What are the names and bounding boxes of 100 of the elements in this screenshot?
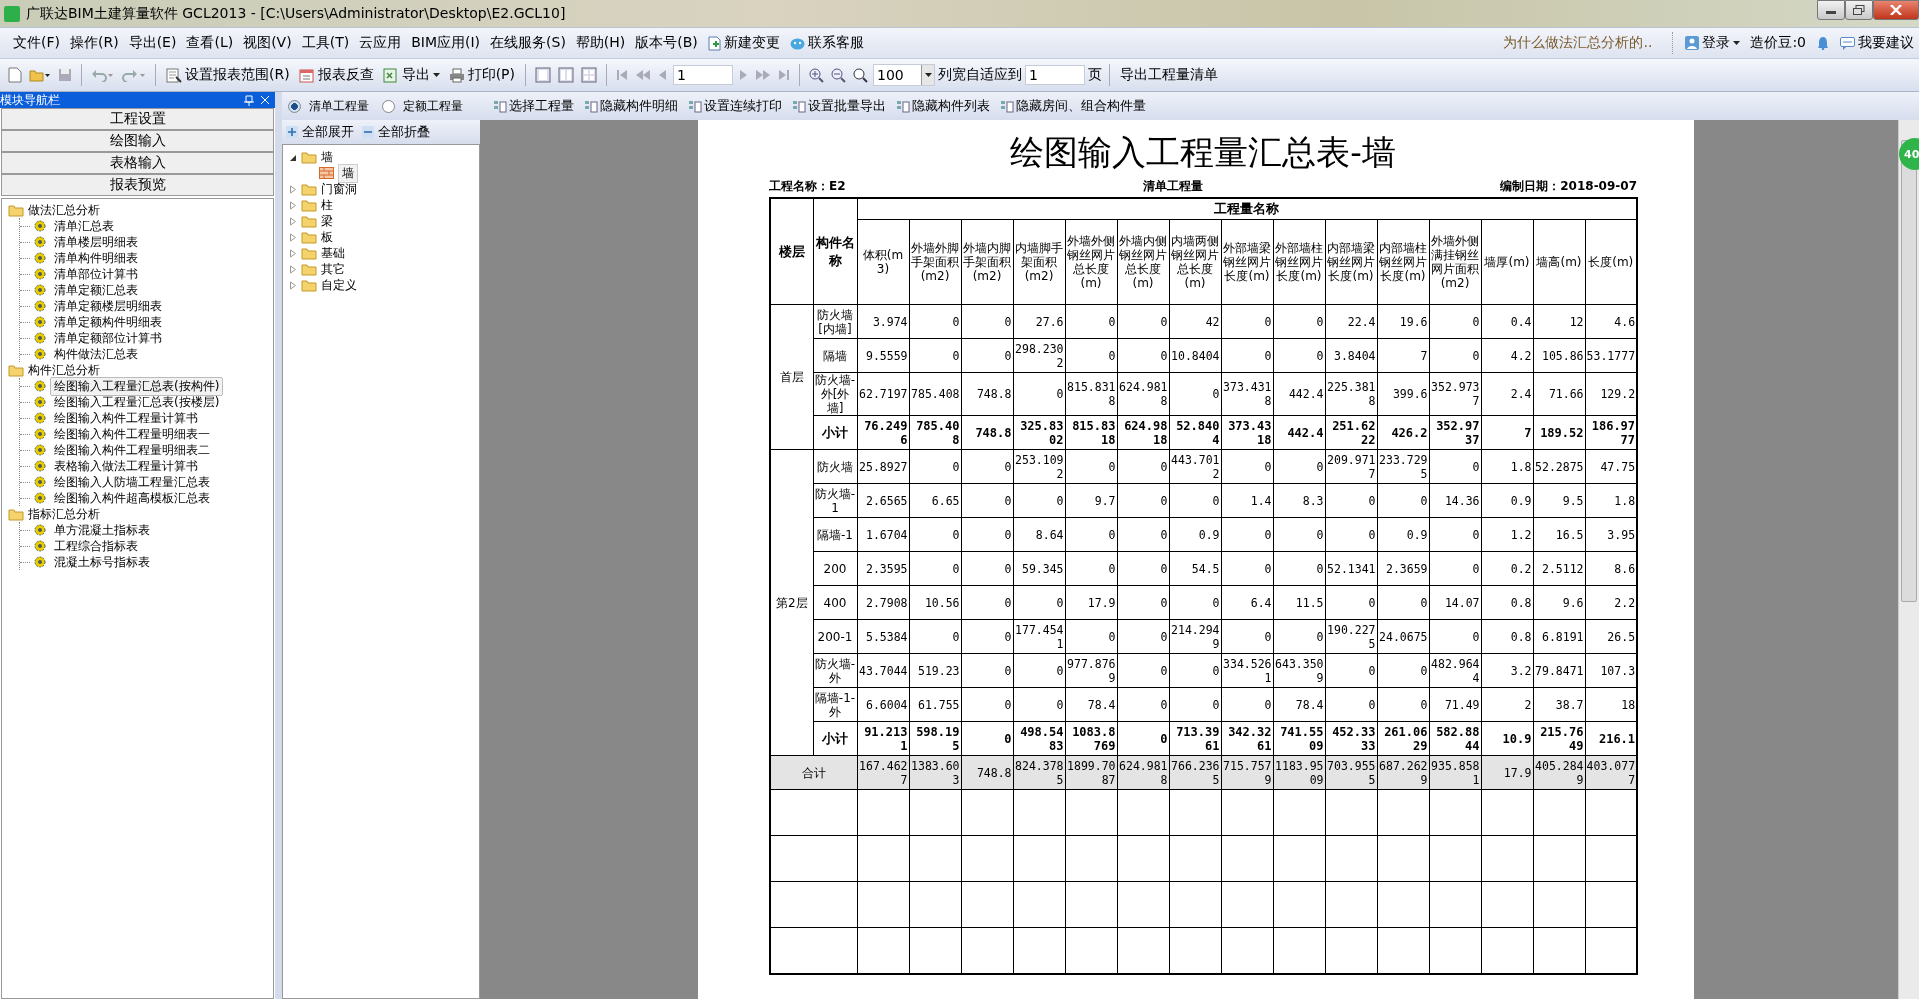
single-page-icon[interactable] [535,67,552,83]
close-button[interactable] [1873,0,1919,20]
menu-item[interactable]: 版本号(B) [630,34,703,52]
expand-arrow-icon[interactable] [289,232,297,242]
tree-node[interactable]: 墙 [338,163,358,183]
tree-node[interactable]: 墙 [321,148,333,166]
report-action-button[interactable]: 隐藏构件列表 [893,97,993,115]
list-icon [1000,99,1014,113]
collapse-all-button[interactable]: 全部折叠 [362,123,430,141]
login-button[interactable]: 登录 [1680,34,1746,52]
search-icon[interactable] [853,67,869,83]
radio-option[interactable]: 定额工程量 [382,97,472,115]
menu-item[interactable]: 文件(F) [8,34,65,52]
menu-item[interactable]: 视图(V) [238,34,297,52]
tree-node[interactable]: 板 [321,228,333,246]
four-pages-icon[interactable] [581,67,598,83]
tree-folder[interactable]: 指标汇总分析 [28,505,100,523]
scrollbar[interactable] [1898,120,1919,999]
menu-item[interactable]: 操作(R) [65,34,124,52]
minimize-button[interactable] [1817,0,1845,20]
nav-section-button[interactable]: 表格输入 [1,152,274,174]
suggestion-button[interactable]: 我要建议 [1835,34,1919,52]
menu-item[interactable]: 工具(T) [296,34,355,52]
zoom-dropdown[interactable]: 100 [873,64,936,86]
expand-arrow-icon[interactable] [289,248,297,258]
last-page-icon[interactable] [778,69,791,81]
next-page-icon[interactable] [738,69,749,81]
report-action-button[interactable]: 设置连续打印 [685,97,785,115]
table-cell: 78.4 [1065,687,1117,722]
menu-item[interactable]: BIM应用(I) [406,34,486,52]
print-button[interactable]: 打印(P) [445,64,519,86]
scrollbar-thumb[interactable] [1901,140,1917,602]
table-cell: 0 [1273,304,1325,339]
tree-folder[interactable]: 做法汇总分析 [28,201,100,219]
zoom-in-icon[interactable] [809,67,825,83]
radio-button[interactable] [288,99,301,113]
expand-arrow-icon[interactable] [289,200,297,210]
rewind-icon[interactable] [635,69,652,81]
save-icon[interactable] [58,68,72,82]
tree-node[interactable]: 门窗洞 [321,180,357,198]
tree-node[interactable]: 基础 [321,244,345,262]
gear-icon [34,300,46,312]
table-cell: 11.5 [1273,585,1325,620]
first-page-icon[interactable] [616,69,629,81]
radio-option[interactable]: 清单工程量 [288,97,378,115]
table-cell: 2.7908 [857,585,909,620]
bell-icon[interactable] [1817,36,1829,50]
new-file-icon[interactable] [8,67,22,83]
menu-item[interactable]: 查看(L) [181,34,239,52]
maximize-button[interactable] [1845,0,1873,20]
radio-button[interactable] [382,99,395,113]
report-action-button[interactable]: 设置批量导出 [789,97,889,115]
zoom-out-icon[interactable] [831,67,847,83]
nav-section-button[interactable]: 绘图输入 [1,130,274,152]
nav-section-button[interactable]: 工程设置 [1,108,274,130]
menu-item[interactable]: 云应用 [354,34,407,52]
two-pages-icon[interactable] [558,67,575,83]
expand-arrow-icon[interactable] [289,280,297,290]
tree-node[interactable]: 自定义 [321,276,357,294]
new-change-button[interactable]: 新建变更 [702,34,785,52]
report-item[interactable]: 绘图输入工程量汇总表(按构件) [50,376,224,396]
table-cell: 0 [1377,483,1429,518]
project-name: 工程名称：E2 [769,178,846,195]
open-folder-icon[interactable] [29,67,51,83]
close-icon[interactable] [260,95,270,105]
table-cell: 0 [1169,653,1221,688]
expand-arrow-icon[interactable] [289,184,297,194]
tree-node[interactable]: 柱 [321,196,333,214]
tree-node[interactable]: 梁 [321,212,333,230]
fit-pages-field[interactable]: 1 [1025,65,1086,85]
page-number-field[interactable]: 1 [673,65,734,85]
printer-icon [448,67,465,83]
expand-all-button[interactable]: 全部展开 [286,123,354,141]
nav-section-button[interactable]: 报表预览 [1,174,274,196]
expand-arrow-icon[interactable] [289,264,297,274]
previous-page-icon[interactable] [658,69,669,81]
column-header: 外墙外脚手架面积(m2) [909,219,961,305]
table-cell: 0 [1013,372,1065,416]
table-cell: 482.9644 [1429,653,1481,688]
pin-icon[interactable] [244,94,254,106]
tree-folder[interactable]: 构件汇总分析 [28,361,100,379]
list-icon [896,99,910,113]
notice-link[interactable]: 为什么做法汇总分析的.. [1503,34,1653,52]
menu-item[interactable]: 帮助(H) [570,34,631,52]
customer-service-button[interactable]: 联系客服 [784,34,869,52]
export-button[interactable]: 导出 [379,64,443,86]
fast-forward-icon[interactable] [755,69,772,81]
tree-node[interactable]: 其它 [321,260,345,278]
expand-arrow-icon[interactable] [289,216,297,226]
report-action-button[interactable]: 隐藏构件明细 [581,97,681,115]
report-action-button[interactable]: 隐藏房间、组合构件量 [997,97,1149,115]
table-cell: 16.5 [1533,517,1585,552]
report-action-button[interactable]: 选择工程量 [490,97,577,115]
reverse-lookup-button[interactable]: 报表反查 [295,64,377,86]
undo-icon[interactable] [91,68,115,82]
report-range-button[interactable]: 设置报表范围(R) [163,64,293,86]
export-bill-button[interactable]: 导出工程量清单 [1117,64,1222,86]
redo-icon[interactable] [122,68,146,82]
menu-item[interactable]: 导出(E) [123,34,182,52]
menu-item[interactable]: 在线服务(S) [485,34,571,52]
